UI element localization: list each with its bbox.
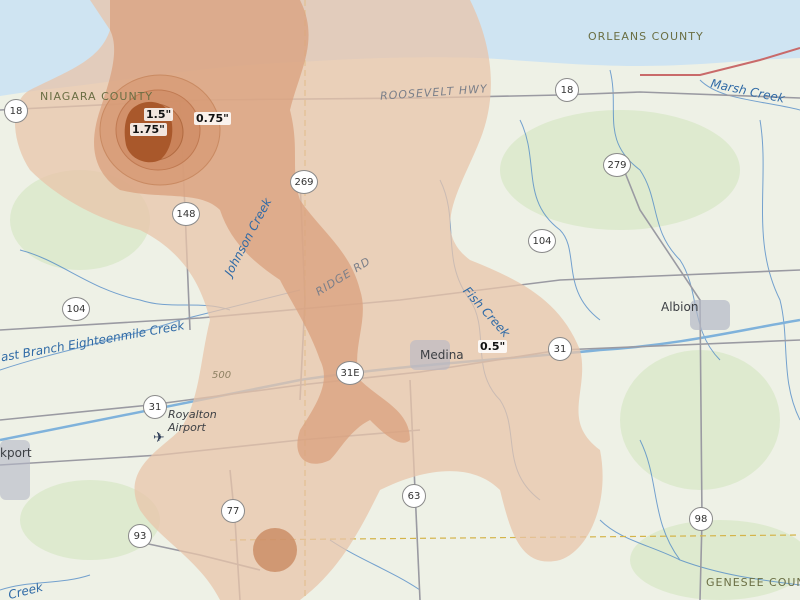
- label-albion: Albion: [661, 300, 699, 314]
- route-shield-31e[interactable]: 31E: [336, 361, 364, 385]
- airport-icon: ✈: [153, 430, 165, 446]
- map-view[interactable]: ORLEANS COUNTY NIAGARA COUNTY GENESEE CO…: [0, 0, 800, 600]
- route-shield-31-west[interactable]: 31: [143, 395, 167, 419]
- label-lockport-partial: kport: [0, 446, 32, 460]
- label-orleans-county: ORLEANS COUNTY: [588, 30, 704, 43]
- route-shield-18-east[interactable]: 18: [555, 78, 579, 102]
- label-niagara-county: NIAGARA COUNTY: [40, 90, 154, 103]
- route-shield-104-west[interactable]: 104: [62, 297, 90, 321]
- route-shield-98[interactable]: 98: [689, 507, 713, 531]
- route-shield-93[interactable]: 93: [128, 524, 152, 548]
- route-shield-18-west[interactable]: 18: [4, 99, 28, 123]
- swath-south-blob: [253, 528, 297, 572]
- contour-label-0-5: 0.5": [478, 340, 508, 353]
- route-shield-148[interactable]: 148: [172, 202, 200, 226]
- contour-label-1-75: 1.75": [130, 123, 167, 136]
- elevation-contour-label: 500: [212, 370, 232, 381]
- route-shield-31-east[interactable]: 31: [548, 337, 572, 361]
- route-shield-63[interactable]: 63: [402, 484, 426, 508]
- contour-label-0-75: 0.75": [194, 112, 231, 125]
- label-genesee-county: GENESEE COUNTY: [706, 576, 800, 589]
- route-shield-269[interactable]: 269: [290, 170, 318, 194]
- label-medina: Medina: [420, 348, 464, 362]
- contour-label-1-5: 1.5": [144, 108, 174, 121]
- label-royalton-airport: Royalton Airport: [168, 408, 217, 434]
- route-shield-104-east[interactable]: 104: [528, 229, 556, 253]
- route-shield-279[interactable]: 279: [603, 153, 631, 177]
- route-shield-77[interactable]: 77: [221, 499, 245, 523]
